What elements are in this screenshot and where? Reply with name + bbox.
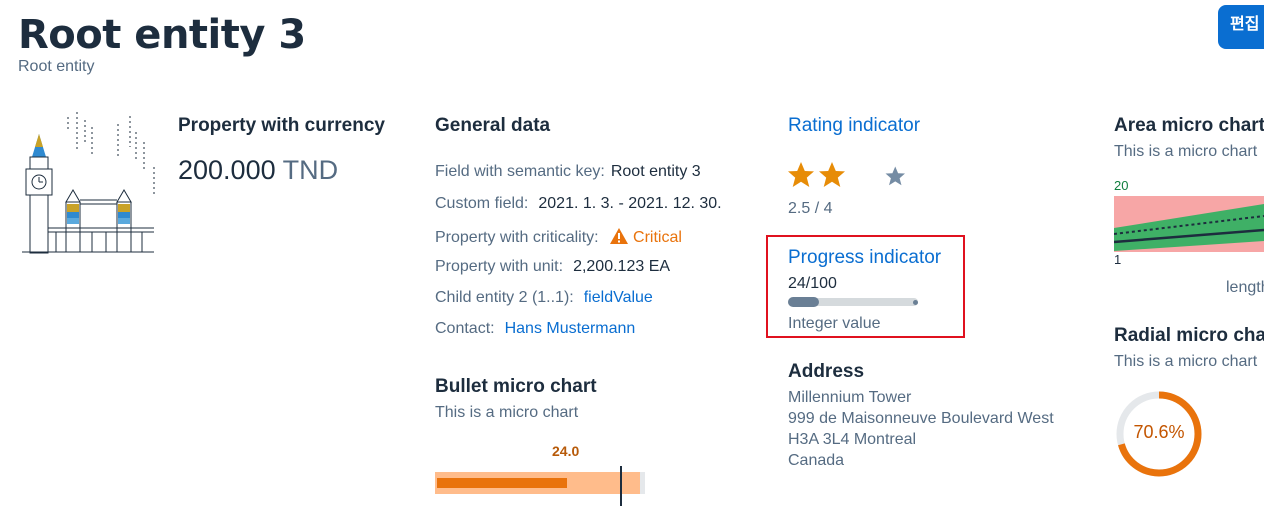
field-value: 2,200.123 EA bbox=[573, 258, 671, 275]
bullet-value-label: 24.0 bbox=[552, 443, 580, 459]
bullet-chart-title: Bullet micro chart bbox=[435, 376, 597, 397]
criticality-value: Critical bbox=[633, 229, 682, 246]
progress-value-text: 24/100 bbox=[788, 275, 837, 292]
area-chart-subtitle: This is a micro chart bbox=[1114, 143, 1258, 160]
progress-caption: Integer value bbox=[788, 315, 881, 332]
address-line: Canada bbox=[788, 452, 845, 469]
field-custom: Custom field: 2021. 1. 3. - 2021. 12. 30. bbox=[435, 195, 722, 213]
field-label: Property with unit: bbox=[435, 258, 564, 275]
field-value: Root entity 3 bbox=[610, 163, 701, 180]
field-label: Child entity 2 (1..1): bbox=[435, 289, 574, 306]
star-icon bbox=[788, 162, 814, 187]
page-subtitle: Root entity bbox=[18, 58, 95, 75]
bullet-chart-subtitle: This is a micro chart bbox=[435, 404, 579, 421]
area-min-label: 1 bbox=[1114, 252, 1122, 267]
address-line: Millennium Tower bbox=[788, 389, 912, 406]
london-bridge-illustration bbox=[22, 112, 155, 254]
general-data-title: General data bbox=[435, 115, 551, 136]
field-label: Field with semantic key: bbox=[435, 163, 605, 180]
address-line: H3A 3L4 Montreal bbox=[788, 431, 917, 448]
bullet-actual-bar bbox=[437, 478, 567, 488]
area-micro-chart[interactable] bbox=[1114, 196, 1264, 252]
star-icon bbox=[819, 162, 845, 187]
area-chart-title: Area micro chart bbox=[1114, 115, 1264, 136]
radial-chart-subtitle: This is a micro chart bbox=[1114, 353, 1258, 370]
progress-end-dot bbox=[913, 300, 918, 305]
bullet-target-marker bbox=[620, 466, 622, 506]
field-value: 2021. 1. 3. - 2021. 12. 30. bbox=[538, 195, 722, 212]
currency-code: TND bbox=[282, 155, 339, 185]
radial-value-label: 70.6% bbox=[1133, 422, 1185, 442]
currency-section-title: Property with currency bbox=[178, 115, 385, 136]
field-child-entity: Child entity 2 (1..1): fieldValue bbox=[435, 289, 653, 307]
half-star-icon bbox=[850, 162, 876, 187]
child-entity-link[interactable]: fieldValue bbox=[584, 289, 653, 306]
field-label: Contact: bbox=[435, 320, 495, 337]
contact-link[interactable]: Hans Mustermann bbox=[505, 320, 636, 337]
area-axis-label: length bbox=[1226, 279, 1264, 296]
star-empty-icon bbox=[885, 166, 905, 186]
rating-stars[interactable] bbox=[786, 160, 911, 192]
field-label: Property with criticality: bbox=[435, 229, 599, 246]
field-semantic-key: Field with semantic key: Root entity 3 bbox=[435, 163, 701, 181]
address-title: Address bbox=[788, 361, 865, 382]
field-label: Custom field: bbox=[435, 195, 529, 212]
rating-title[interactable]: Rating indicator bbox=[788, 115, 920, 137]
field-contact: Contact: Hans Mustermann bbox=[435, 320, 635, 338]
bullet-micro-chart[interactable] bbox=[435, 462, 650, 506]
page-title: Root entity 3 bbox=[18, 12, 306, 58]
edit-button[interactable]: 편집 bbox=[1218, 5, 1264, 49]
progress-title[interactable]: Progress indicator bbox=[788, 247, 941, 269]
amount-value: 200.000 bbox=[178, 155, 276, 185]
field-criticality: Property with criticality: Critical bbox=[435, 227, 682, 247]
radial-chart-title: Radial micro chart bbox=[1114, 325, 1264, 346]
field-unit: Property with unit: 2,200.123 EA bbox=[435, 258, 670, 276]
address-line: 999 de Maisonneuve Boulevard West bbox=[788, 410, 1054, 427]
warning-icon bbox=[610, 228, 629, 244]
currency-amount: 200.000 TND bbox=[178, 155, 338, 186]
progress-fill bbox=[788, 297, 819, 307]
rating-value-text: 2.5 / 4 bbox=[788, 200, 833, 217]
area-max-label: 20 bbox=[1114, 178, 1129, 193]
